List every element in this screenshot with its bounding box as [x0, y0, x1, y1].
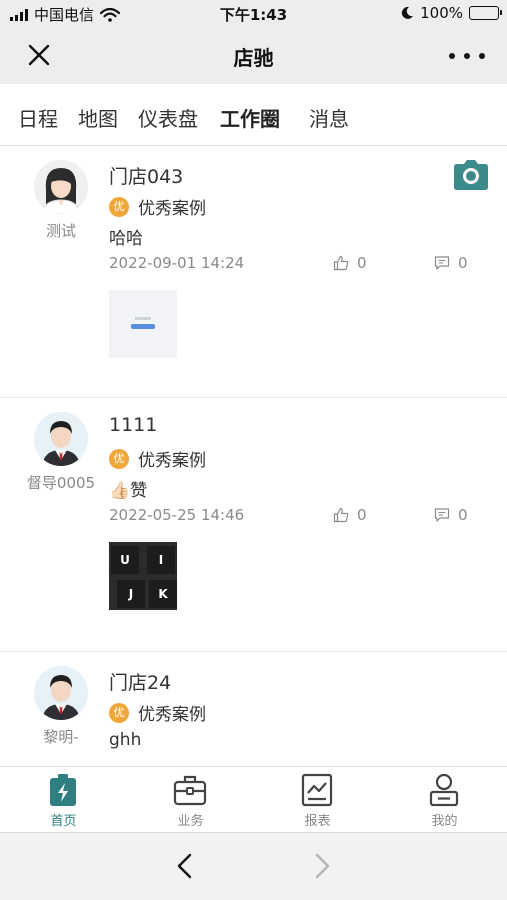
camera-icon[interactable]: [451, 158, 491, 192]
report-chart-icon: [301, 773, 333, 807]
chevron-right-icon[interactable]: [307, 851, 337, 881]
feed-post[interactable]: 督导0005 1111 优 优秀案例 👍🏻赞 2022-05-25 14:46 …: [0, 398, 507, 652]
post-title: 1111: [109, 414, 158, 436]
home-icon: [50, 774, 76, 806]
chevron-left-icon[interactable]: [170, 851, 200, 881]
nav-bar: 店驰: [0, 26, 507, 84]
badge-label: 优秀案例: [138, 199, 206, 219]
briefcase-icon: [173, 775, 207, 806]
tab-map[interactable]: 地图: [78, 103, 118, 132]
badge-label: 优秀案例: [138, 705, 206, 725]
like-count: 0: [357, 506, 367, 524]
post-time: 2022-09-01 14:24: [109, 254, 245, 272]
feed-list: 测试 门店043 优 优秀案例 哈哈 2022-09-01 14:24 0 0: [0, 146, 507, 766]
tab-reports[interactable]: 报表: [254, 767, 381, 833]
post-image[interactable]: U I J K: [109, 542, 177, 610]
excellent-badge-icon: 优: [109, 196, 129, 217]
post-text: 哈哈: [109, 229, 143, 249]
tab-business[interactable]: 业务: [127, 767, 254, 833]
feed-post[interactable]: 测试 门店043 优 优秀案例 哈哈 2022-09-01 14:24 0 0: [0, 146, 507, 398]
author-name: 测试: [45, 222, 76, 240]
author-name: 督导0005: [26, 474, 96, 492]
thumbs-up-icon: [333, 255, 349, 271]
bottom-tab-bar: 首页 业务 报表 我的: [0, 766, 507, 832]
profile-icon: [429, 773, 459, 807]
author-name: 黎明-: [43, 728, 79, 746]
feed-post[interactable]: 黎明- 门店24 优 优秀案例 ghh: [0, 652, 507, 766]
browser-toolbar: [0, 832, 507, 900]
avatar[interactable]: [34, 160, 88, 214]
status-bar: 中国电信 下午1:43 100%: [0, 0, 507, 26]
female-avatar-icon: [34, 160, 88, 214]
tab-profile-label: 我的: [431, 814, 458, 829]
like-button[interactable]: 0: [333, 254, 367, 272]
post-time: 2022-05-25 14:46: [109, 506, 245, 524]
post-title: 门店043: [109, 166, 184, 188]
tab-dashboard[interactable]: 仪表盘: [138, 103, 198, 132]
badge-row: 优 优秀案例: [109, 700, 206, 725]
page-title: 店驰: [233, 46, 274, 70]
tab-schedule[interactable]: 日程: [18, 103, 58, 132]
comment-button[interactable]: 0: [434, 254, 468, 272]
tab-home-label: 首页: [50, 814, 77, 829]
tab-messages[interactable]: 消息: [309, 103, 349, 132]
post-image[interactable]: [109, 290, 177, 358]
badge-row: 优 优秀案例: [109, 446, 206, 471]
close-icon[interactable]: [24, 40, 54, 70]
post-text: ghh: [109, 730, 142, 750]
tab-work-circle[interactable]: 工作圈: [220, 103, 280, 132]
post-title: 门店24: [109, 672, 172, 694]
keyboard-key: U: [111, 546, 139, 574]
avatar[interactable]: [34, 666, 88, 720]
tab-business-label: 业务: [177, 814, 204, 829]
excellent-badge-icon: 优: [109, 448, 129, 469]
comment-icon: [434, 256, 450, 270]
keyboard-key: J: [117, 580, 145, 608]
comment-count: 0: [458, 254, 468, 272]
male-avatar-icon: [34, 666, 88, 720]
avatar[interactable]: [34, 412, 88, 466]
like-button[interactable]: 0: [333, 506, 367, 524]
moon-icon: [401, 6, 414, 19]
keyboard-key: I: [147, 546, 175, 574]
male-avatar-icon: [34, 412, 88, 466]
battery-percent: 100%: [420, 4, 463, 22]
thumbs-up-icon: [333, 507, 349, 523]
post-text: 👍🏻赞: [109, 476, 147, 501]
tab-profile[interactable]: 我的: [381, 767, 507, 833]
badge-label: 优秀案例: [138, 451, 206, 471]
badge-row: 优 优秀案例: [109, 194, 206, 219]
battery-icon: [469, 6, 502, 20]
top-tabs: 日程 地图 仪表盘 工作圈 消息: [0, 84, 507, 146]
comment-icon: [434, 508, 450, 522]
thumbs-up-emoji: 👍🏻: [109, 481, 131, 501]
tab-reports-label: 报表: [304, 814, 331, 829]
tab-home[interactable]: 首页: [0, 767, 127, 833]
keyboard-key: K: [149, 580, 177, 608]
comment-count: 0: [458, 506, 468, 524]
more-dots-icon[interactable]: [449, 42, 485, 70]
like-count: 0: [357, 254, 367, 272]
comment-button[interactable]: 0: [434, 506, 468, 524]
post-text-body: 赞: [130, 481, 148, 501]
excellent-badge-icon: 优: [109, 702, 129, 723]
